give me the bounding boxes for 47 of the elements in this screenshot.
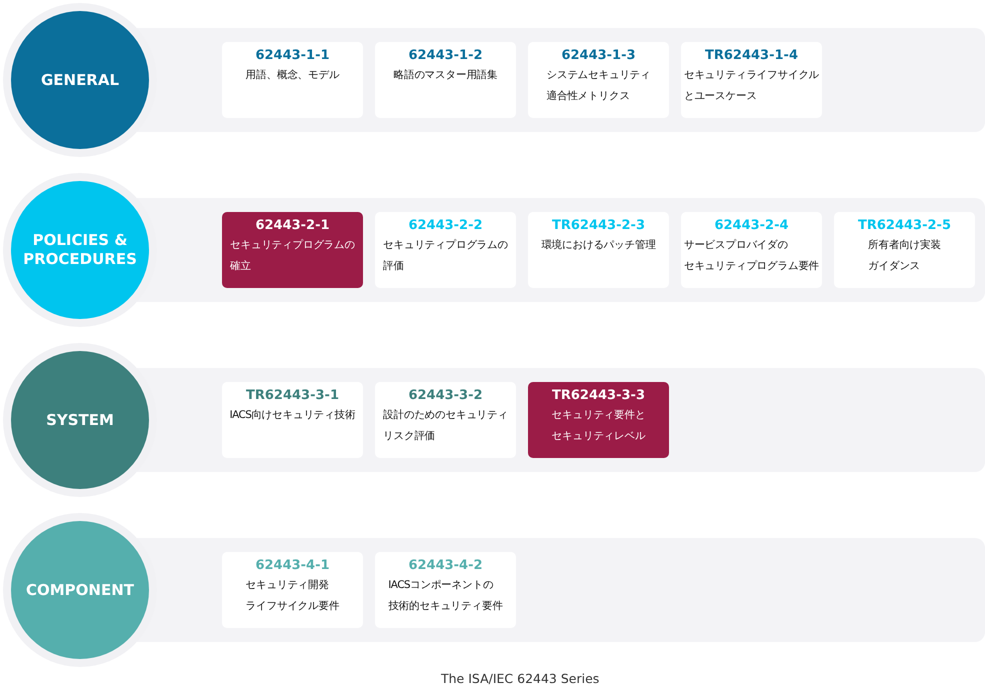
category-label: COMPONENT	[26, 580, 134, 600]
standard-title: IACS向けセキュリティ技術	[230, 408, 356, 423]
standard-title: セキュリティプログラムの 評価	[383, 238, 508, 274]
standard-title: 所有者向け実装 ガイダンス	[868, 238, 941, 274]
standard-code: 62443-2-1	[255, 218, 330, 233]
standard-title: セキュリティ開発 ライフサイクル要件	[246, 578, 340, 614]
standard-code: 62443-1-1	[255, 48, 330, 63]
standard-code: TR62443-2-3	[552, 218, 645, 233]
standard-title: 略語のマスター用語集	[393, 68, 498, 83]
category-label: POLICIES & PROCEDURES	[23, 231, 137, 269]
standard-card[interactable]: 62443-1-1 用語、概念、モデル	[222, 42, 363, 118]
caption: The ISA/IEC 62443 Series	[440, 671, 600, 685]
standard-code: 62443-1-2	[408, 48, 483, 63]
standard-card[interactable]: 62443-2-2 セキュリティプログラムの 評価	[375, 212, 516, 288]
standard-card[interactable]: 62443-3-2 設計のためのセキュリティ リスク評価	[375, 382, 516, 458]
standard-card[interactable]: TR62443-3-1 IACS向けセキュリティ技術	[222, 382, 363, 458]
standard-title: セキュリティ要件と セキュリティレベル	[552, 408, 646, 444]
standard-card[interactable]: 62443-4-1 セキュリティ開発 ライフサイクル要件	[222, 552, 363, 628]
standard-card[interactable]: TR62443-1-4 セキュリティライフサイクル とユースケース	[681, 42, 822, 118]
category-label: GENERAL	[40, 70, 120, 90]
standard-title: システムセキュリティ 適合性メトリクス	[546, 68, 650, 104]
category-label: SYSTEM	[46, 410, 114, 430]
standard-code: 62443-3-2	[408, 388, 483, 403]
standard-card[interactable]: 62443-4-2 IACSコンポーネントの 技術的セキュリティ要件	[375, 552, 516, 628]
standard-title: サービスプロバイダの セキュリティプログラム要件	[684, 238, 820, 274]
standard-card[interactable]: 62443-2-4 サービスプロバイダの セキュリティプログラム要件	[681, 212, 822, 288]
standard-title: セキュリティプログラムの 確立	[230, 238, 355, 274]
standard-code: 62443-1-3	[561, 48, 636, 63]
standard-card[interactable]: TR62443-2-3 環境におけるパッチ管理	[528, 212, 669, 288]
standard-title: 環境におけるパッチ管理	[541, 238, 656, 253]
standard-card[interactable]: TR62443-2-5 所有者向け実装 ガイダンス	[834, 212, 975, 288]
standard-card[interactable]: 62443-1-3 システムセキュリティ 適合性メトリクス	[528, 42, 669, 118]
standard-card[interactable]: 62443-1-2 略語のマスター用語集	[375, 42, 516, 118]
standard-code: 62443-4-2	[408, 558, 483, 573]
standard-title: 用語、概念、モデル	[246, 68, 340, 83]
standard-title: 設計のためのセキュリティ リスク評価	[383, 408, 508, 444]
standard-code: 62443-2-2	[408, 218, 483, 233]
standard-code: 62443-4-1	[255, 558, 330, 573]
standard-card[interactable]: 62443-2-1 セキュリティプログラムの 確立	[222, 212, 363, 288]
standard-code: TR62443-1-4	[705, 48, 798, 63]
standard-title: セキュリティライフサイクル とユースケース	[684, 68, 820, 104]
standard-code: TR62443-3-1	[246, 388, 339, 403]
standard-code: TR62443-3-3	[552, 388, 645, 403]
standard-title: IACSコンポーネントの 技術的セキュリティ要件	[388, 578, 503, 614]
standard-card[interactable]: TR62443-3-3 セキュリティ要件と セキュリティレベル	[528, 382, 669, 458]
standard-code: 62443-2-4	[714, 218, 789, 233]
standard-code: TR62443-2-5	[858, 218, 951, 233]
